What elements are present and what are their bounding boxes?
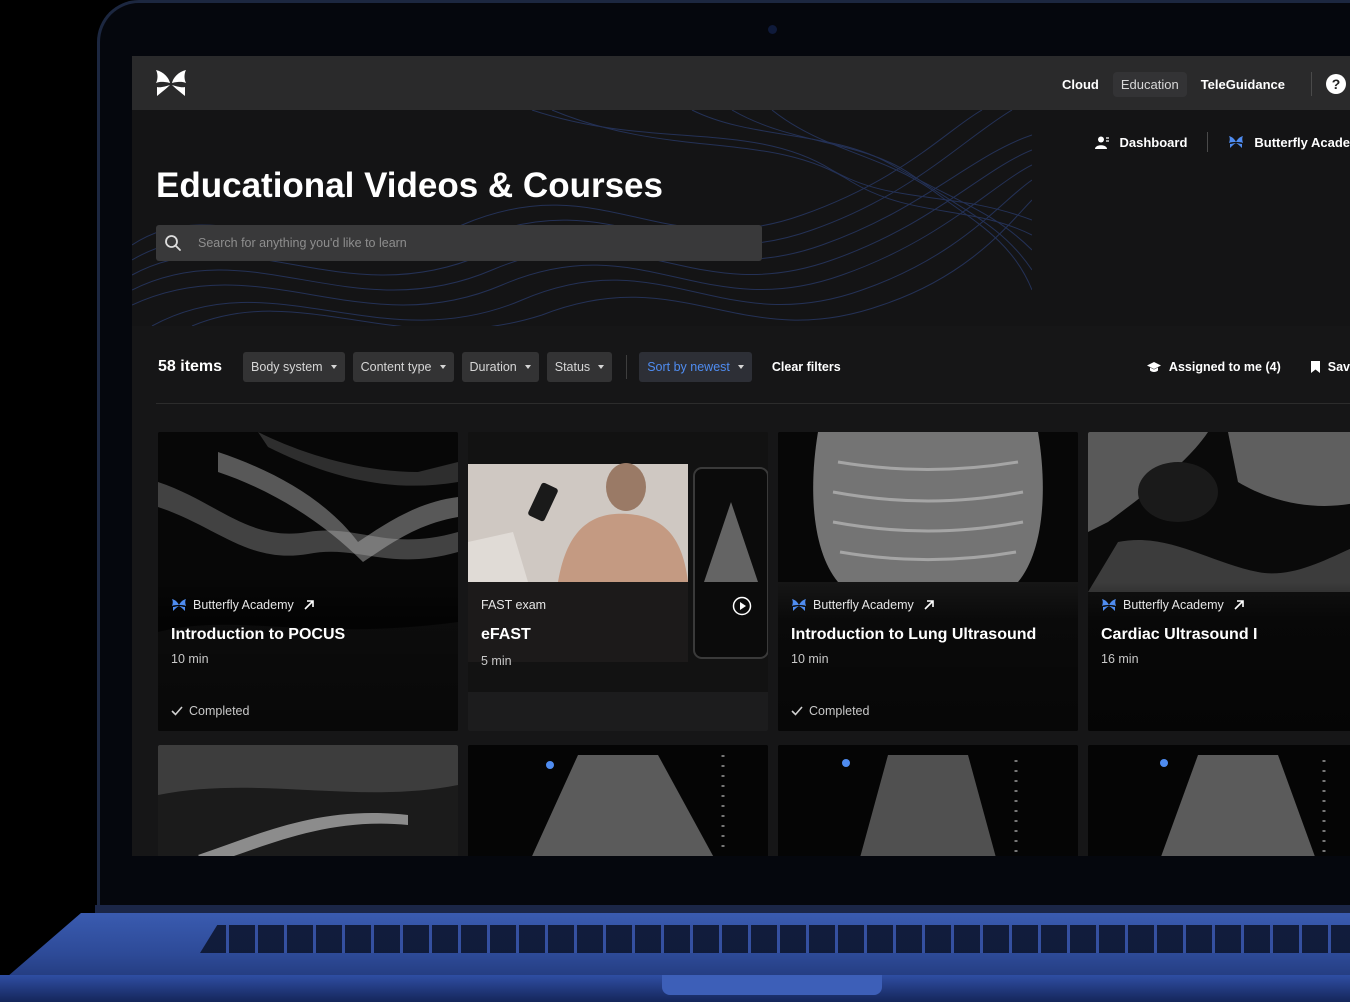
course-card[interactable] [158,745,458,856]
bookmark-icon [1310,361,1320,373]
nav-divider [1311,72,1312,96]
card-duration: 10 min [791,652,829,666]
subnav-divider [1207,132,1209,152]
caret-down-icon [598,365,605,369]
divider [156,403,1350,404]
help-icon[interactable]: ? [1326,74,1346,94]
ultrasound-thumbnail [158,745,458,856]
card-source-label: FAST exam [481,598,547,612]
butterfly-icon [792,599,806,611]
top-navigation-bar: Cloud Education TeleGuidance ? [132,56,1350,110]
nav-teleguidance[interactable]: TeleGuidance [1193,72,1293,97]
card-title: Introduction to POCUS [171,626,346,643]
butterfly-icon [172,599,186,611]
laptop-base [0,905,1350,1002]
chip-label: Content type [360,360,432,374]
secondary-nav: Dashboard Butterfly Acade [1095,132,1350,152]
caret-down-icon [737,365,744,369]
ultrasound-thumbnail [468,745,768,856]
search-input[interactable] [196,235,762,251]
card-status: Completed [791,704,869,718]
card-title: eFAST [481,626,531,643]
card-status: Completed [171,704,249,718]
card-duration: 16 min [1101,652,1139,666]
clear-filters-button[interactable]: Clear filters [772,360,841,374]
caret-down-icon [439,365,446,369]
chip-label: Status [554,360,591,374]
quick-filters: Assigned to me (4) Sav [1146,346,1350,388]
chip-label: Body system [251,360,323,374]
caret-down-icon [330,365,337,369]
ultrasound-thumbnail [778,745,1078,856]
external-link-icon [304,600,314,610]
laptop-deck [0,913,1350,983]
card-status-label: Completed [189,704,250,718]
chip-label: Duration [469,360,517,374]
external-link-icon [1234,600,1244,610]
nav-cloud[interactable]: Cloud [1054,72,1107,97]
check-icon [791,706,803,716]
top-nav: Cloud Education TeleGuidance ? [1054,70,1350,98]
filter-bar: 58 items Body system Content type Durati… [132,346,1350,388]
item-count: 58 items [158,358,223,375]
course-card[interactable]: Butterfly Academy Introduction to POCUS … [158,432,458,731]
laptop-keyboard [200,925,1350,953]
card-source: Butterfly Academy [791,598,934,612]
filter-content-type[interactable]: Content type [352,352,454,382]
course-card[interactable] [778,745,1078,856]
exam-video-thumbnail [468,432,768,731]
card-duration: 10 min [171,652,209,666]
check-icon [171,706,183,716]
butterfly-academy-link[interactable]: Butterfly Acade [1254,135,1350,150]
course-card[interactable]: FAST exam eFAST 5 min [468,432,768,731]
butterfly-icon [1229,136,1244,148]
laptop-camera [768,25,777,34]
butterfly-icon [1102,599,1116,611]
filter-duration[interactable]: Duration [461,352,539,382]
external-link-icon [924,600,934,610]
app-screen: Cloud Education TeleGuidance ? Dashboard… [132,56,1350,856]
person-icon [1095,136,1110,149]
page-title: Educational Videos & Courses [156,166,663,205]
hero-section: Dashboard Butterfly Acade Educational Vi… [132,110,1350,326]
laptop-hinge [95,905,1350,913]
laptop-notch [662,975,882,995]
play-icon[interactable] [732,596,752,616]
card-status-label: Completed [809,704,870,718]
card-source-label: Butterfly Academy [1123,598,1224,612]
caret-down-icon [524,365,531,369]
card-footer [468,692,768,731]
course-card[interactable]: Butterfly Academy Introduction to Lung U… [778,432,1078,731]
sort-dropdown[interactable]: Sort by newest [639,352,752,382]
course-card[interactable] [468,745,768,856]
graduation-cap-icon [1146,361,1161,372]
sort-label: Sort by newest [647,360,730,374]
dashboard-link[interactable]: Dashboard [1119,135,1187,150]
card-source: Butterfly Academy [1101,598,1244,612]
filter-divider [626,355,628,379]
assigned-to-me-filter[interactable]: Assigned to me (4) [1169,360,1281,374]
card-source: FAST exam [481,598,546,612]
filter-body-system[interactable]: Body system [243,352,345,382]
card-source-label: Butterfly Academy [193,598,294,612]
contour-background [132,110,1032,326]
card-source: Butterfly Academy [171,598,314,612]
search-icon [165,235,181,251]
nav-education[interactable]: Education [1112,71,1187,97]
card-title: Introduction to Lung Ultrasound [791,626,1037,643]
card-title: Cardiac Ultrasound I [1101,626,1258,643]
course-card[interactable]: Butterfly Academy Cardiac Ultrasound I 1… [1088,432,1350,731]
ultrasound-thumbnail [1088,745,1350,856]
course-card[interactable] [1088,745,1350,856]
butterfly-logo-icon[interactable] [154,68,188,98]
filter-status[interactable]: Status [546,352,613,382]
card-source-label: Butterfly Academy [813,598,914,612]
search-bar[interactable] [156,225,762,261]
saved-filter[interactable]: Sav [1328,360,1350,374]
card-duration: 5 min [481,654,512,668]
